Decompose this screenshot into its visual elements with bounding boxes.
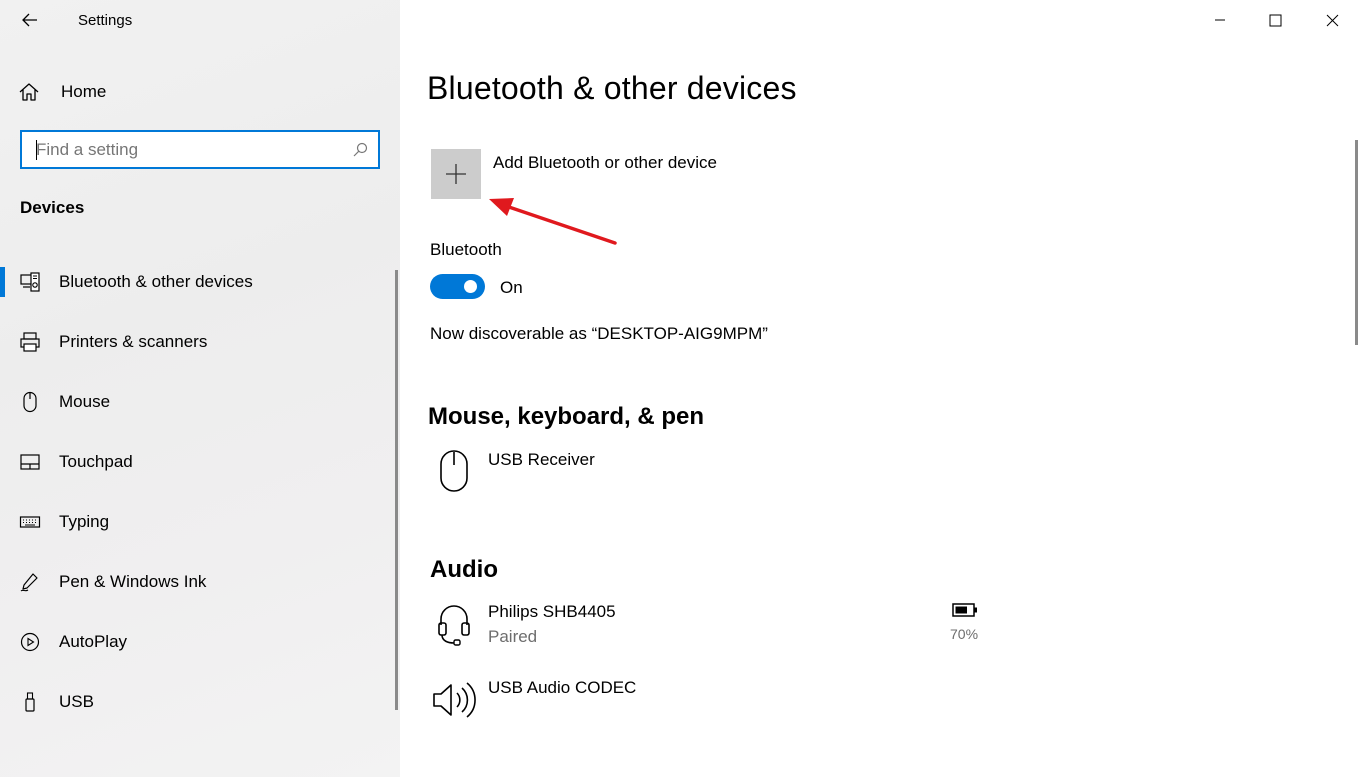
device-philips-shb4405[interactable]: Philips SHB4405 Paired [432, 600, 616, 648]
back-button[interactable] [16, 6, 44, 34]
sidebar-item-touchpad[interactable]: Touchpad [0, 432, 396, 492]
sidebar-item-mouse[interactable]: Mouse [0, 372, 396, 432]
section-heading-audio: Audio [430, 556, 498, 583]
sidebar-nav: Bluetooth & other devices Printers & sca… [0, 252, 396, 732]
section-heading-mouse-keyboard-pen: Mouse, keyboard, & pen [428, 403, 705, 430]
search-box[interactable] [20, 130, 380, 169]
minimize-icon [1214, 19, 1225, 21]
printer-icon [18, 330, 42, 354]
text-caret [36, 140, 37, 160]
sidebar-item-typing[interactable]: Typing [0, 492, 396, 552]
main-scrollbar[interactable] [1355, 140, 1358, 345]
home-label: Home [61, 82, 107, 101]
minimize-button[interactable] [1191, 0, 1248, 40]
toggle-knob [464, 280, 477, 293]
maximize-icon [1269, 14, 1282, 26]
bluetooth-toggle[interactable] [430, 274, 485, 299]
mouse-icon [432, 447, 476, 495]
home-icon [19, 83, 39, 101]
battery-icon [952, 603, 977, 617]
page-title: Bluetooth & other devices [427, 70, 797, 106]
battery-percentage: 70% [950, 626, 979, 642]
speaker-icon [432, 676, 476, 724]
search-input[interactable] [22, 132, 342, 167]
pen-icon [18, 570, 42, 594]
device-usb-receiver[interactable]: USB Receiver [432, 447, 595, 495]
autoplay-icon [18, 630, 42, 654]
close-icon [1326, 14, 1339, 26]
sidebar-item-label: USB [59, 692, 94, 711]
device-name: USB Receiver [488, 450, 595, 469]
sidebar-item-label: Bluetooth & other devices [59, 272, 253, 291]
device-usb-audio-codec[interactable]: USB Audio CODEC [432, 676, 636, 724]
sidebar-item-usb[interactable]: USB [0, 672, 396, 732]
device-name: USB Audio CODEC [488, 678, 637, 697]
search-icon[interactable] [342, 142, 378, 158]
sidebar-scrollbar[interactable] [395, 270, 398, 710]
sidebar-section-devices: Devices [20, 198, 85, 217]
bluetooth-label: Bluetooth [430, 240, 502, 259]
sidebar-item-pen[interactable]: Pen & Windows Ink [0, 552, 396, 612]
headset-icon [432, 600, 476, 648]
bluetooth-state: On [500, 278, 523, 297]
discoverable-text: Now discoverable as “DESKTOP-AIG9MPM” [430, 324, 768, 343]
device-status: Paired [488, 627, 538, 646]
keyboard-icon [18, 510, 42, 534]
usb-icon [18, 690, 42, 714]
add-device-button[interactable] [431, 149, 481, 199]
sidebar-item-label: AutoPlay [59, 632, 128, 651]
app-title: Settings [78, 12, 133, 29]
plus-icon [446, 164, 466, 184]
sidebar-item-label: Printers & scanners [59, 332, 208, 351]
device-name: Philips SHB4405 [488, 602, 616, 621]
maximize-button[interactable] [1247, 0, 1304, 40]
close-button[interactable] [1304, 0, 1361, 40]
bluetooth-devices-icon [18, 270, 42, 294]
sidebar-item-autoplay[interactable]: AutoPlay [0, 612, 396, 672]
sidebar-item-printers[interactable]: Printers & scanners [0, 312, 396, 372]
touchpad-icon [18, 450, 42, 474]
sidebar-home[interactable]: Home [18, 78, 106, 106]
sidebar-item-bluetooth[interactable]: Bluetooth & other devices [0, 252, 396, 312]
sidebar-item-label: Touchpad [59, 452, 133, 471]
mouse-icon [18, 390, 42, 414]
sidebar-item-label: Typing [59, 512, 110, 531]
sidebar: Settings Home Devices [0, 0, 400, 777]
back-arrow-icon [22, 13, 37, 27]
add-device-label[interactable]: Add Bluetooth or other device [493, 153, 717, 173]
sidebar-item-label: Pen & Windows Ink [59, 572, 207, 591]
sidebar-item-label: Mouse [59, 392, 111, 411]
